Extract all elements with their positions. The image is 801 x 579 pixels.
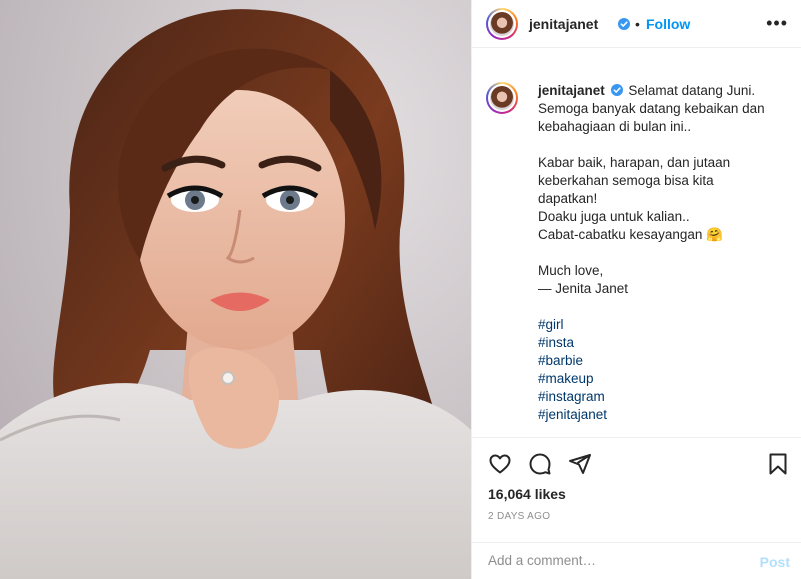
caption-line (538, 298, 788, 316)
hashtag-link[interactable]: #instagram (538, 388, 788, 406)
caption-line: keberkahan semoga bisa kita (538, 173, 714, 188)
separator-dot: • (635, 16, 640, 32)
heart-icon[interactable] (488, 452, 512, 476)
verified-badge-icon (618, 18, 630, 30)
portrait-illustration (0, 0, 471, 579)
header-username[interactable]: jenitajanet (529, 16, 598, 32)
caption-line (538, 244, 788, 262)
hashtag-link[interactable]: #barbie (538, 352, 788, 370)
caption-line: dapatkan! (538, 191, 598, 206)
comment-bar: Post (472, 542, 801, 579)
bookmark-icon[interactable] (766, 452, 790, 476)
caption-line: — Jenita Janet (538, 281, 629, 296)
caption-line: Selamat datang Juni. (628, 83, 756, 98)
hashtag-link[interactable]: #makeup (538, 370, 788, 388)
post-comment-button[interactable]: Post (760, 554, 790, 570)
caption-verified-badge-icon (610, 84, 623, 96)
caption-line: Kabar baik, harapan, dan jutaan (538, 155, 731, 170)
caption-line: Much love, (538, 263, 604, 278)
follow-button[interactable]: Follow (646, 16, 690, 32)
caption-line: Doaku juga untuk kalian.. (538, 209, 690, 224)
post-timestamp[interactable]: 2 DAYS AGO (488, 511, 550, 522)
more-options-icon[interactable]: ••• (766, 13, 788, 34)
caption-text: jenitajanet Selamat datang Juni. Semoga … (538, 82, 788, 424)
avatar[interactable] (486, 8, 518, 40)
caption-line: Cabat-cabatku kesayangan 🤗 (538, 227, 723, 242)
caption-line: kebahagiaan di bulan ini.. (538, 119, 692, 134)
caption-line: Semoga banyak datang kebaikan dan (538, 101, 765, 116)
hashtag-link[interactable]: #insta (538, 334, 788, 352)
caption-avatar[interactable] (486, 82, 518, 114)
likes-count[interactable]: 16,064 likes (488, 486, 566, 502)
comment-icon[interactable] (528, 452, 552, 476)
comment-input[interactable] (488, 553, 738, 568)
caption-line (538, 136, 788, 154)
post-photo[interactable] (0, 0, 471, 579)
post-header: jenitajanet • Follow ••• (472, 0, 801, 48)
post-sidebar: jenitajanet • Follow ••• jenitajanet Sel… (471, 0, 801, 579)
hashtag-link[interactable]: #girl (538, 316, 788, 334)
hashtag-link[interactable]: #jenitajanet (538, 406, 788, 424)
share-icon[interactable] (568, 452, 592, 476)
post-actions: 16,064 likes 2 DAYS AGO (472, 437, 801, 542)
caption-username[interactable]: jenitajanet (538, 83, 605, 98)
